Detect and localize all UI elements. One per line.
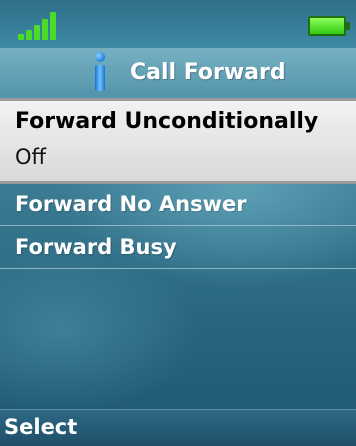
menu-item-label: Forward Unconditionally (15, 109, 319, 134)
menu-item-forward-busy[interactable]: Forward Busy (0, 227, 356, 269)
softkey-bar: Select (0, 409, 356, 446)
info-icon (92, 52, 108, 92)
menu-item-label: Forward No Answer (15, 192, 247, 216)
menu-item-forward-unconditionally[interactable]: Forward Unconditionally Off (0, 98, 356, 184)
select-softkey[interactable]: Select (4, 415, 77, 439)
phone-screen: Call Forward Forward Unconditionally Off… (0, 0, 356, 446)
page-title: Call Forward (130, 60, 286, 85)
status-bar (0, 0, 356, 48)
menu-item-forward-no-answer[interactable]: Forward No Answer (0, 184, 356, 226)
menu-item-value: Off (15, 145, 46, 169)
signal-strength-icon (18, 10, 62, 40)
battery-full-icon (308, 16, 350, 36)
title-bar: Call Forward (0, 48, 356, 98)
menu-item-label: Forward Busy (15, 235, 177, 259)
